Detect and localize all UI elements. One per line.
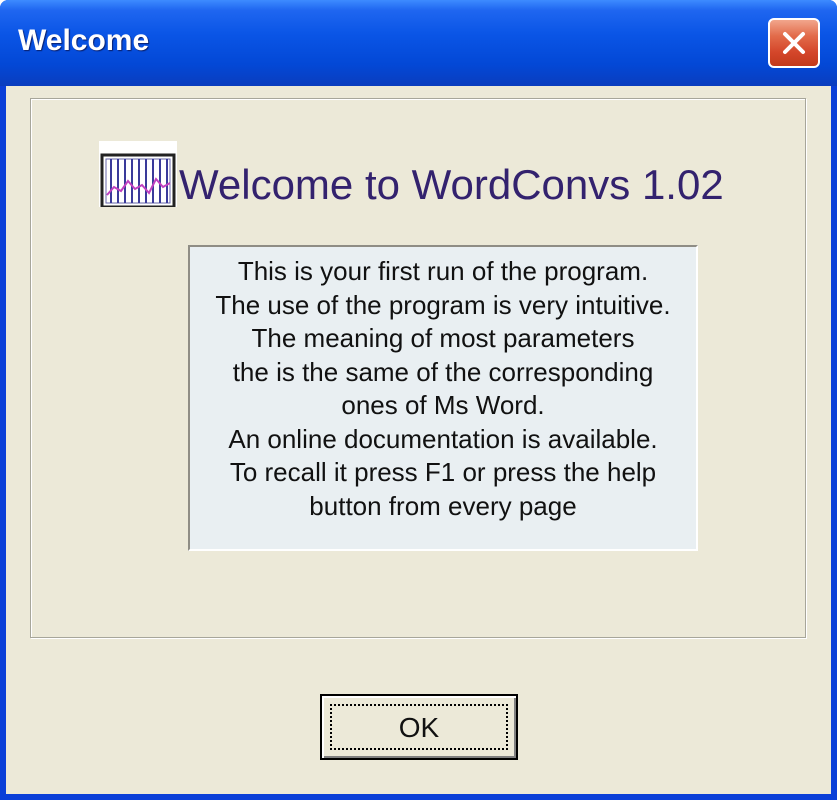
close-button[interactable] [768, 18, 820, 68]
message-line: button from every page [309, 490, 577, 521]
message-line: The use of the program is very intuitive… [215, 289, 671, 320]
app-chart-icon [99, 141, 177, 209]
message-line: An online documentation is available. [228, 423, 658, 454]
message-line: To recall it press F1 or press the help [229, 457, 657, 487]
welcome-dialog: Welcome Welcome to WordConvs 1.02 This i… [0, 0, 837, 800]
welcome-heading: Welcome to WordConvs 1.02 [179, 161, 724, 208]
message-line: ones of Ms Word. [341, 390, 545, 420]
title-bar[interactable]: Welcome [0, 0, 837, 86]
message-line: This is your first run of the program. [237, 256, 649, 286]
ok-button[interactable]: OK [320, 694, 518, 760]
dialog-client-area: Welcome to WordConvs 1.02 This is your f… [6, 86, 831, 794]
ok-button-label: OK [398, 712, 440, 743]
content-frame: Welcome to WordConvs 1.02 This is your f… [30, 98, 806, 638]
message-panel: This is your first run of the program. T… [188, 245, 698, 551]
close-icon [783, 32, 805, 54]
message-line: The meaning of most parameters [251, 323, 635, 353]
message-line: the is the same of the corresponding [232, 356, 654, 387]
window-title: Welcome [18, 24, 150, 57]
